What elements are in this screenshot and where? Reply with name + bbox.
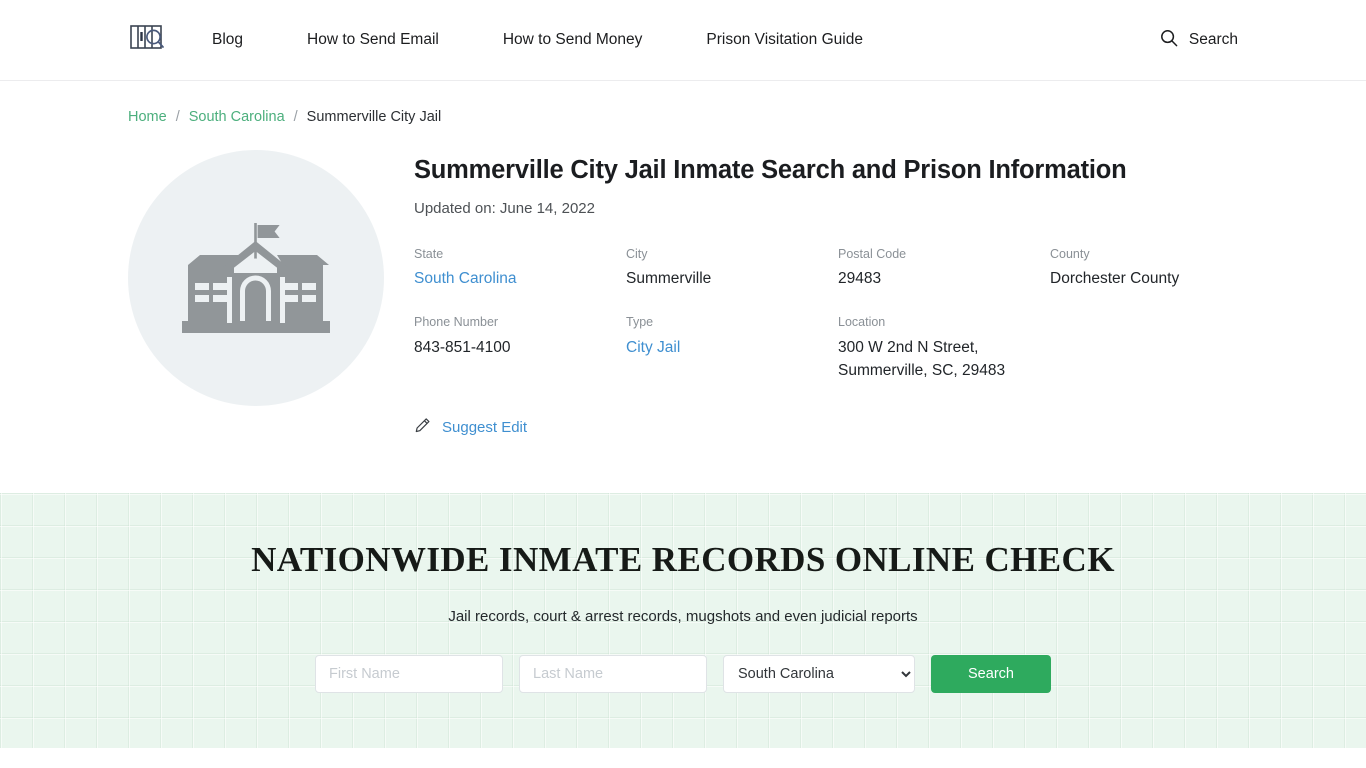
state-link[interactable]: South Carolina xyxy=(414,270,517,287)
pencil-icon xyxy=(414,417,431,438)
facility-main: Summerville City Jail Inmate Search and … xyxy=(0,150,1366,439)
field-label-county: County xyxy=(1050,246,1090,261)
field-value-state: South Carolina xyxy=(414,267,626,290)
search-icon xyxy=(1160,29,1178,52)
suggest-edit-button[interactable]: Suggest Edit xyxy=(414,417,527,438)
field-value-city: Summerville xyxy=(626,270,712,288)
prison-bars-search-logo-icon xyxy=(129,21,167,60)
breadcrumb: Home / South Carolina / Summerville City… xyxy=(0,81,1366,125)
promo-banner: NATIONWIDE INMATE RECORDS ONLINE CHECK J… xyxy=(0,493,1366,748)
breadcrumb-separator: / xyxy=(175,109,180,125)
facility-info-grid: State South Carolina City Summerville Po… xyxy=(414,246,1238,382)
field-label-state: State xyxy=(414,246,444,261)
nav-item-how-to-send-money[interactable]: How to Send Money xyxy=(503,22,643,58)
field-value-postal-code: 29483 xyxy=(838,270,882,288)
government-building-icon xyxy=(182,211,330,346)
header-search-button[interactable]: Search xyxy=(1160,29,1238,52)
field-label-type: Type xyxy=(626,315,654,330)
facility-thumbnail xyxy=(128,150,384,406)
field-label-phone-number: Phone Number xyxy=(414,315,499,330)
field-label-postal-code: Postal Code xyxy=(838,246,907,261)
last-name-input[interactable] xyxy=(519,654,707,693)
field-value-phone-number: 843-851-4100 xyxy=(414,338,511,356)
field-location: Location 300 W 2nd N Street, Summerville… xyxy=(838,314,1023,382)
search-button[interactable]: Search xyxy=(931,654,1051,693)
header-search-label: Search xyxy=(1188,31,1238,48)
field-city: City Summerville xyxy=(626,246,838,291)
type-link[interactable]: City Jail xyxy=(626,339,680,356)
field-value-county: Dorchester County xyxy=(1050,270,1180,288)
promo-title: NATIONWIDE INMATE RECORDS ONLINE CHECK xyxy=(251,540,1115,579)
breadcrumb-item-current: Summerville City Jail xyxy=(306,109,442,125)
nav-item-prison-visitation-guide[interactable]: Prison Visitation Guide xyxy=(706,22,863,58)
breadcrumb-item-south-carolina[interactable]: South Carolina xyxy=(189,109,285,125)
field-state: State South Carolina xyxy=(414,246,626,291)
field-label-location: Location xyxy=(838,315,886,330)
first-name-input[interactable] xyxy=(315,654,503,693)
page-title: Summerville City Jail Inmate Search and … xyxy=(414,156,1127,184)
updated-date: Updated on: June 14, 2022 xyxy=(414,199,595,217)
promo-subtitle: Jail records, court & arrest records, mu… xyxy=(448,607,918,625)
breadcrumb-item-home[interactable]: Home xyxy=(128,109,167,125)
breadcrumb-separator: / xyxy=(293,109,298,125)
field-postal-code: Postal Code 29483 xyxy=(838,246,1050,291)
field-value-location: 300 W 2nd N Street, Summerville, SC, 294… xyxy=(838,338,1006,379)
site-logo[interactable] xyxy=(128,21,168,59)
nav-item-how-to-send-email[interactable]: How to Send Email xyxy=(307,22,439,58)
field-county: County Dorchester County xyxy=(1050,246,1238,291)
state-select[interactable]: South Carolina xyxy=(723,654,915,693)
field-type: Type City Jail xyxy=(626,314,838,382)
site-header: Blog How to Send Email How to Send Money… xyxy=(0,0,1366,81)
inmate-search-form: South Carolina Search xyxy=(0,654,1366,693)
facility-details: Summerville City Jail Inmate Search and … xyxy=(384,150,1238,439)
field-value-type: City Jail xyxy=(626,336,838,359)
field-label-city: City xyxy=(626,246,648,261)
primary-nav: Blog How to Send Email How to Send Money… xyxy=(212,22,1160,58)
nav-item-blog[interactable]: Blog xyxy=(212,22,243,58)
suggest-edit-label: Suggest Edit xyxy=(442,419,528,437)
field-phone-number: Phone Number 843-851-4100 xyxy=(414,314,626,382)
